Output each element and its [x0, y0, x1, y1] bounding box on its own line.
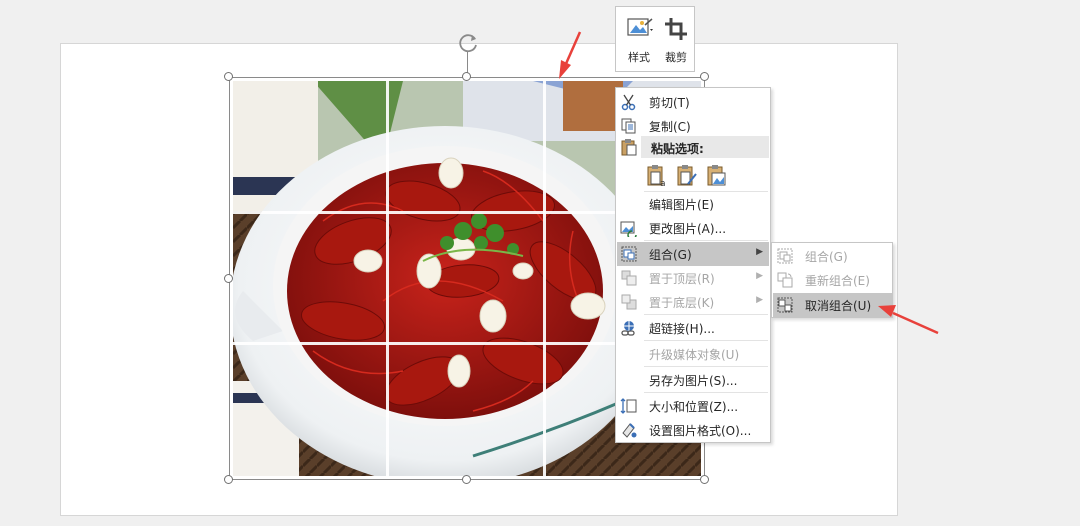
- crop-button[interactable]: 裁剪: [658, 11, 694, 67]
- style-label: 样式: [628, 51, 650, 64]
- paste-keep-source-button[interactable]: a: [646, 164, 668, 189]
- hyperlink-icon: [621, 321, 635, 336]
- submenu-item-label: 取消组合(U): [805, 299, 872, 313]
- menu-item-label: 组合(G): [649, 248, 692, 262]
- menu-item-cut[interactable]: 剪切(T): [617, 90, 769, 114]
- menu-item-label: 设置图片格式(O)...: [649, 424, 752, 438]
- resize-handle-top[interactable]: [462, 72, 471, 81]
- group-icon: [777, 248, 793, 264]
- resize-handle-top-right[interactable]: [700, 72, 709, 81]
- menu-separator: [644, 314, 768, 315]
- paste-picture-icon: [707, 165, 726, 186]
- menu-separator: [644, 240, 768, 241]
- rotate-handle-icon[interactable]: [457, 31, 481, 55]
- resize-handle-top-left[interactable]: [224, 72, 233, 81]
- submenu-item-label: 组合(G): [805, 250, 848, 264]
- menu-item-change-picture[interactable]: 更改图片(A)...: [617, 216, 769, 240]
- clipboard-icon: [621, 139, 637, 156]
- menu-item-label: 升级媒体对象(U): [649, 348, 740, 362]
- menu-item-hyperlink[interactable]: 超链接(H)...: [617, 316, 769, 340]
- svg-text:a: a: [660, 179, 666, 188]
- menu-item-upgrade-media[interactable]: 升级媒体对象(U): [617, 342, 769, 366]
- menu-item-edit-picture[interactable]: 编辑图片(E): [617, 192, 769, 216]
- submenu-arrow-icon: ▶: [756, 247, 763, 257]
- resize-handle-bottom-left[interactable]: [224, 475, 233, 484]
- mini-toolbar: 样式 裁剪: [615, 6, 695, 72]
- menu-item-copy[interactable]: 复制(C): [617, 114, 769, 138]
- scissors-icon: [621, 94, 636, 111]
- menu-separator: [644, 392, 768, 393]
- resize-handle-bottom-right[interactable]: [700, 475, 709, 484]
- paste-picture-button[interactable]: [706, 164, 728, 188]
- menu-item-label: 复制(C): [649, 120, 691, 134]
- size-position-icon: [620, 398, 637, 414]
- crop-icon: [665, 18, 687, 40]
- menu-item-label: 剪切(T): [649, 96, 690, 110]
- change-picture-icon: [620, 221, 637, 237]
- submenu-item-ungroup[interactable]: 取消组合(U): [773, 293, 893, 317]
- group-submenu: 组合(G) 重新组合(E) 取消组合(U): [771, 242, 893, 318]
- crop-label: 裁剪: [665, 51, 687, 64]
- picture-style-icon: [627, 18, 653, 36]
- resize-handle-bottom[interactable]: [462, 475, 471, 484]
- menu-item-label: 另存为图片(S)...: [649, 374, 738, 388]
- menu-item-label: 更改图片(A)...: [649, 222, 727, 236]
- menu-item-send-to-back[interactable]: 置于底层(K) ▶: [617, 290, 769, 314]
- ungroup-icon: [777, 297, 793, 313]
- regroup-icon: [777, 272, 793, 288]
- menu-separator: [644, 366, 768, 367]
- menu-item-save-as-picture[interactable]: 另存为图片(S)...: [617, 368, 769, 392]
- menu-item-bring-to-front[interactable]: 置于顶层(R) ▶: [617, 266, 769, 290]
- resize-handle-left[interactable]: [224, 274, 233, 283]
- paste-text-only-button[interactable]: [676, 164, 698, 188]
- paste-options-header: 粘贴选项:: [617, 136, 769, 158]
- menu-item-label: 置于顶层(R): [649, 272, 715, 286]
- send-to-back-icon: [621, 294, 637, 310]
- menu-item-format-picture[interactable]: 设置图片格式(O)...: [617, 418, 769, 442]
- submenu-item-regroup[interactable]: 重新组合(E): [773, 268, 893, 292]
- submenu-arrow-icon: ▶: [756, 295, 763, 305]
- paste-options-label: 粘贴选项:: [651, 142, 704, 156]
- menu-item-group[interactable]: 组合(G) ▶: [617, 242, 769, 266]
- menu-item-label: 大小和位置(Z)...: [649, 400, 739, 414]
- format-picture-icon: [622, 423, 637, 438]
- context-menu: 剪切(T) 复制(C) 粘贴选项: a 编辑图片(E) 更改图片(A)... 组…: [615, 87, 771, 443]
- rotate-stem: [467, 52, 468, 74]
- menu-item-label: 编辑图片(E): [649, 198, 714, 212]
- bring-to-front-icon: [621, 270, 637, 286]
- submenu-arrow-icon: ▶: [756, 271, 763, 281]
- menu-item-label: 置于底层(K): [649, 296, 715, 310]
- group-icon: [621, 246, 637, 262]
- menu-separator: [644, 340, 768, 341]
- menu-item-label: 超链接(H)...: [649, 322, 715, 336]
- menu-item-size-position[interactable]: 大小和位置(Z)...: [617, 394, 769, 418]
- paste-text-only-icon: [677, 165, 697, 186]
- submenu-item-group[interactable]: 组合(G): [773, 244, 893, 268]
- copy-icon: [621, 118, 636, 134]
- submenu-item-label: 重新组合(E): [805, 274, 870, 288]
- style-button[interactable]: 样式: [621, 11, 657, 67]
- paste-keep-source-icon: a: [647, 165, 666, 189]
